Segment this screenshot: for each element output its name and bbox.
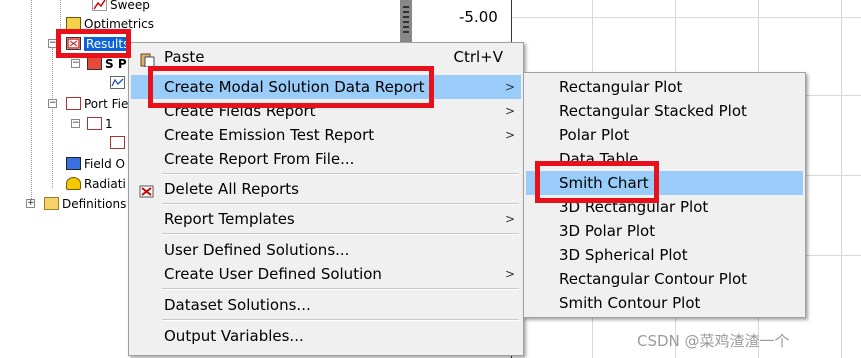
submenu-item-rectangular-plot[interactable]: Rectangular Plot — [526, 75, 803, 99]
watermark: CSDN @菜鸡渣渣一个 — [637, 332, 790, 350]
menu-item-dataset-solutions[interactable]: Dataset Solutions... — [131, 293, 521, 317]
menu-separator — [162, 173, 519, 175]
menu-item-label: Polar Plot — [559, 126, 630, 144]
folder-icon — [44, 197, 59, 210]
tree-item-sweep[interactable]: Sweep — [92, 0, 150, 14]
sweep-icon — [92, 0, 107, 11]
menu-item-delete-all-reports[interactable]: Delete All Reports — [131, 177, 521, 201]
submenu-arrow-icon: > — [504, 104, 515, 118]
port-icon — [87, 117, 102, 130]
menu-separator — [162, 288, 519, 290]
menu-item-create-report-from-file[interactable]: Create Report From File... — [131, 147, 521, 171]
port-mode-icon — [110, 136, 125, 149]
radiation-icon — [66, 177, 81, 190]
menu-item-create-emission-test-report[interactable]: Create Emission Test Report > — [131, 123, 521, 147]
tree-label: Port Fie — [84, 97, 129, 111]
menu-separator — [162, 319, 519, 321]
port-field-icon — [66, 97, 81, 110]
tree-line — [52, 48, 53, 188]
grid-line — [841, 0, 842, 358]
tree-label: S P — [105, 57, 127, 71]
paste-icon — [139, 50, 155, 68]
tree-label: Radiati — [84, 177, 126, 191]
menu-item-label: Report Templates — [164, 210, 295, 228]
y-tick-label: -5.00 — [459, 8, 498, 26]
delete-reports-icon — [139, 182, 155, 198]
collapse-icon[interactable]: − — [71, 59, 80, 68]
grip-mark — [403, 6, 409, 8]
submenu-item-3d-polar-plot[interactable]: 3D Polar Plot — [526, 219, 803, 243]
tree-item-port-mode[interactable] — [110, 134, 128, 152]
tree-item-port-field[interactable]: Port Fie — [66, 95, 128, 113]
submenu-arrow-icon: > — [504, 128, 515, 142]
grip-mark — [403, 26, 409, 28]
tree-label: Sweep — [110, 0, 150, 12]
menu-item-report-templates[interactable]: Report Templates > — [131, 207, 521, 231]
grid-line — [512, 17, 861, 18]
tree-item-definitions[interactable]: Definitions — [44, 195, 126, 213]
menu-item-label: User Defined Solutions... — [164, 241, 350, 259]
submenu-item-polar-plot[interactable]: Polar Plot — [526, 123, 803, 147]
menu-separator — [162, 233, 519, 235]
menu-item-create-user-defined-solution[interactable]: Create User Defined Solution > — [131, 262, 521, 286]
tree-line — [31, 0, 32, 205]
tree-item-radiation[interactable]: Radiati — [66, 175, 126, 193]
menu-item-user-defined-solutions[interactable]: User Defined Solutions... — [131, 238, 521, 262]
menu-item-label: Rectangular Plot — [559, 78, 683, 96]
submenu-item-smith-contour-plot[interactable]: Smith Contour Plot — [526, 291, 803, 315]
submenu-item-rectangular-stacked-plot[interactable]: Rectangular Stacked Plot — [526, 99, 803, 123]
menu-item-label: Rectangular Contour Plot — [559, 270, 748, 288]
submenu-arrow-icon: > — [504, 80, 515, 94]
tree-item-port-1[interactable]: 1 — [87, 115, 113, 133]
splitter-scrollbar[interactable] — [400, 0, 412, 43]
annotation-box-modal-report — [148, 66, 434, 108]
grip-mark — [403, 21, 409, 23]
menu-item-label: Create Report From File... — [164, 150, 355, 168]
plot-icon — [87, 57, 102, 70]
menu-item-output-variables[interactable]: Output Variables... — [131, 324, 521, 348]
tree-label: Definitions — [62, 197, 127, 211]
menu-item-label: Rectangular Stacked Plot — [559, 102, 747, 120]
submenu-arrow-icon: > — [504, 212, 515, 226]
grip-mark — [403, 11, 409, 13]
tree-item-trace[interactable] — [110, 74, 128, 92]
field-overlays-icon — [66, 157, 81, 170]
grip-mark — [403, 16, 409, 18]
collapse-icon[interactable]: − — [71, 119, 80, 128]
shortcut-label: Ctrl+V — [453, 48, 503, 66]
menu-separator — [162, 203, 519, 205]
annotation-box-smith-chart — [535, 161, 659, 203]
trace-icon — [110, 76, 125, 89]
menu-item-label: Dataset Solutions... — [164, 296, 311, 314]
submenu-arrow-icon: > — [504, 267, 515, 281]
tree-label: 1 — [105, 117, 113, 131]
tree-item-field-overlays[interactable]: Field O — [66, 155, 125, 173]
menu-item-label: 3D Polar Plot — [559, 222, 656, 240]
tree-label: Field O — [84, 157, 125, 171]
menu-item-label: Delete All Reports — [164, 180, 299, 198]
grip-mark — [403, 31, 409, 33]
menu-item-label: Create Emission Test Report — [164, 126, 375, 144]
menu-item-label: Smith Contour Plot — [559, 294, 701, 312]
collapse-icon[interactable]: − — [48, 99, 57, 108]
menu-item-label: 3D Spherical Plot — [559, 246, 688, 264]
menu-item-label: Output Variables... — [164, 327, 304, 345]
expand-icon[interactable]: + — [26, 199, 35, 208]
annotation-box-results — [56, 29, 131, 58]
submenu-item-3d-spherical-plot[interactable]: 3D Spherical Plot — [526, 243, 803, 267]
submenu-item-rectangular-contour-plot[interactable]: Rectangular Contour Plot — [526, 267, 803, 291]
menu-item-label: Create User Defined Solution — [164, 265, 382, 283]
